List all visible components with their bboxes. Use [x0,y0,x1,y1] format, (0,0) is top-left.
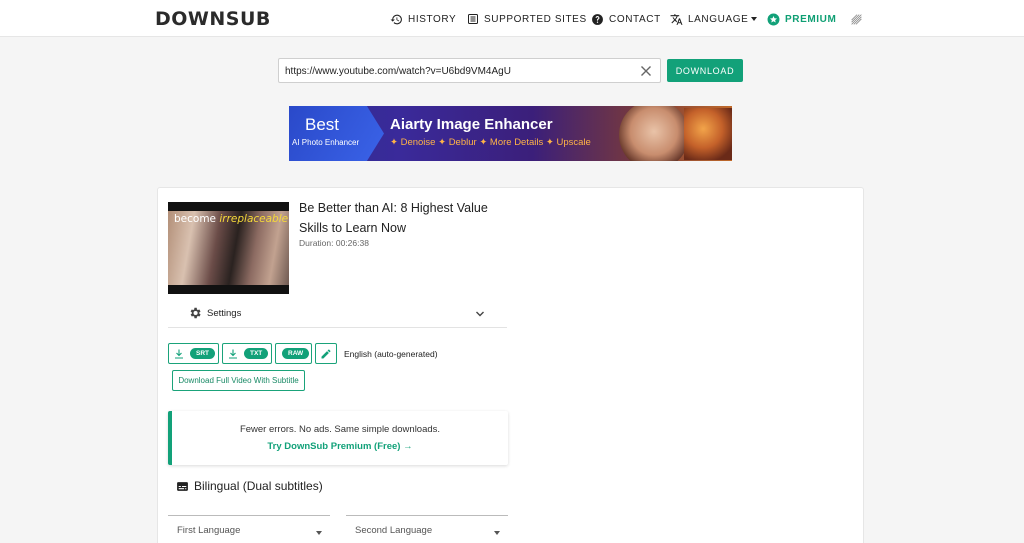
promo-text: Fewer errors. No ads. Same simple downlo… [239,424,441,435]
txt-pill: TXT [244,348,269,359]
edit-button[interactable] [315,343,337,364]
settings-toggle[interactable]: Settings [168,302,507,328]
close-icon[interactable] [640,65,652,77]
banner-title: Aiarty Image Enhancer [390,116,553,133]
url-field[interactable] [278,58,661,83]
second-language-label: Second Language [355,525,433,536]
history-icon [390,14,402,24]
download-full-video-button[interactable]: Download Full Video With Subtitle [172,370,305,391]
help-icon [592,13,603,25]
thumbnail-caption-2: irreplaceable [219,213,289,225]
caret-down-icon [494,531,500,535]
second-language-select[interactable]: Second Language [346,515,508,543]
gear-icon [190,307,201,319]
banner-sub: AI Photo Enhancer [292,138,360,147]
video-title: Be Better than AI: 8 Highest Value Skill… [299,201,488,235]
nav-history-label: HISTORY [408,13,457,25]
premium-promo: Fewer errors. No ads. Same simple downlo… [168,411,508,465]
star-icon [767,13,780,25]
download-icon [229,349,237,359]
nav-supported-sites-label: SUPPORTED SITES [484,13,587,25]
brightness-icon [851,13,862,25]
list-icon [468,14,478,24]
chevron-down-icon [751,17,758,21]
banner-features: ✦ Denoise ✦ Deblur ✦ More Details ✦ Upsc… [390,137,591,148]
nav-language-label: LANGUAGE [688,13,749,25]
banner-portrait-image [619,106,689,161]
banner-flower-image [684,108,732,160]
nav-language[interactable]: LANGUAGE [670,12,758,26]
theme-toggle[interactable] [850,12,868,26]
thumbnail-caption-1: become [174,213,217,225]
subtitle-language: English (auto-generated) [344,349,438,359]
settings-label: Settings [207,308,242,319]
video-duration: Duration: 00:26:38 [299,238,369,248]
nav-contact[interactable]: CONTACT [591,12,661,26]
subtitles-icon [177,481,188,491]
banner-best: Best [305,115,340,134]
top-nav: DOWNSUB HISTORY SUPPORTED SITES CONTACT … [0,0,1024,37]
download-icon [175,349,183,359]
first-language-select[interactable]: First Language [168,515,330,543]
nav-history[interactable]: HISTORY [390,12,456,26]
downsub-logo[interactable]: DOWNSUB [155,8,271,30]
nav-premium-label: PREMIUM [785,13,837,25]
download-srt-button[interactable]: SRT [168,343,219,364]
chevron-down-icon [476,311,484,317]
video-thumbnail: become irreplaceable [168,202,289,294]
nav-contact-label: CONTACT [609,13,661,25]
translate-icon [670,13,683,25]
pencil-icon [321,348,331,358]
nav-premium[interactable]: PREMIUM [767,12,836,26]
caret-down-icon [316,531,322,535]
download-txt-button[interactable]: TXT [222,343,272,364]
download-raw-button[interactable]: RAW [275,343,312,364]
url-input[interactable] [285,63,635,79]
bilingual-heading: Bilingual (Dual subtitles) [176,478,323,494]
raw-pill: RAW [282,348,310,359]
ad-banner[interactable]: Best AI Photo Enhancer Aiarty Image Enha… [289,106,732,161]
bilingual-title: Bilingual (Dual subtitles) [194,479,323,493]
try-premium-link[interactable]: Try DownSub Premium (Free) → [172,441,508,452]
download-button[interactable]: DOWNLOAD [667,59,743,82]
thumbnail-caption: become irreplaceable [174,213,288,225]
nav-supported-sites[interactable]: SUPPORTED SITES [467,12,587,26]
srt-pill: SRT [190,348,215,359]
first-language-label: First Language [177,525,241,536]
